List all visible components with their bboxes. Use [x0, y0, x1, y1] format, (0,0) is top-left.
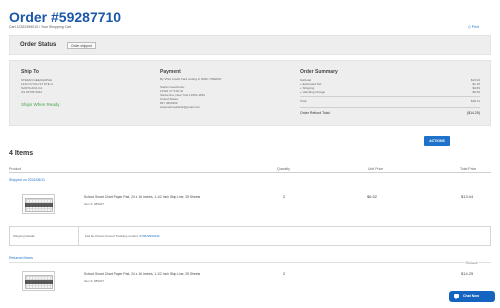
returned-refund: $14.25 [461, 271, 474, 276]
shipped-date-label: Shipped on 2022/06/11 [9, 178, 45, 182]
breadcrumb: Cart 12322399013 / Your Shopping Cart [9, 25, 72, 29]
ships-when-ready: Ships When Ready [21, 102, 60, 107]
column-header-total-price: Total Price [460, 167, 477, 171]
chat-bubble-icon [454, 294, 459, 299]
item-unit-price: $6.52 [367, 194, 378, 199]
product-sku: Item #: 085207 [84, 279, 105, 283]
chat-now-label: Chat Now [463, 294, 480, 298]
items-count: 4 Items [9, 150, 34, 157]
order-summary-table: Subtotal $13.04 + Estimated Tax $1.15 + Sh… [300, 78, 480, 115]
shipping-details-box: Shipping Details Fed Ex Parcel Ground Tr… [9, 226, 491, 246]
column-header-product: Product [9, 167, 22, 171]
summary-row: + Handling Charge $0.00 [300, 90, 480, 94]
returned-quantity: 2 [283, 271, 286, 276]
column-header-quantity: Quantity [277, 167, 291, 171]
ship-to-line: US 92705-5042 [21, 90, 43, 94]
payment-heading: Payment [160, 69, 181, 75]
print-icon: ⎙ [468, 25, 471, 29]
order-summary-heading: Order Summary [300, 69, 338, 75]
shipping-details-label: Shipping Details [13, 234, 35, 238]
print-link[interactable]: ⎙ Print [468, 25, 479, 29]
ship-to-heading: Ship To [21, 69, 39, 75]
actions-button[interactable]: ACTIONS [424, 136, 450, 146]
billing-line: sesecurtmeails31@gmail.com [160, 105, 201, 109]
chat-now-button[interactable]: Chat Now [449, 291, 495, 302]
product-image[interactable] [22, 271, 55, 291]
returned-items-label: Returned Items [9, 256, 33, 260]
ship-to-address: STEFAN GEECHAPAH 1213 CLYCH ST STE H SAN… [21, 78, 53, 94]
summary-total-row: Total $30.11 [300, 96, 480, 103]
returned-divider [9, 262, 491, 263]
column-header-unit-price: Unit Price [368, 167, 384, 171]
product-sku: Item #: 085207 [84, 202, 105, 206]
product-image[interactable] [22, 194, 55, 214]
item-quantity: 2 [283, 194, 286, 199]
summary-refund-row: Order Refund Total ($14.25) [300, 107, 480, 115]
product-name-link[interactable]: School Smart Chart Paper Pad, 24 x 16 In… [84, 195, 200, 199]
item-total-price: $13.04 [461, 194, 474, 199]
billing-address: Stefan Geecheran 12322 17 STH St Santa A… [160, 85, 205, 109]
order-title: Order #59287710 [9, 9, 122, 25]
order-status-bar: Order Status Order shipped [9, 35, 491, 55]
table-header-divider [9, 172, 491, 173]
payment-method: By VISA Credit Card ending in 8030 / PRE… [160, 77, 222, 81]
order-status-label: Order Status [20, 42, 57, 48]
tracking-number-link[interactable]: #73622999232 [140, 234, 160, 238]
order-info-panel: Ship To STEFAN GEECHAPAH 1213 CLYCH ST S… [9, 60, 491, 126]
print-label: Print [471, 25, 479, 29]
order-status-badge: Order shipped [67, 42, 96, 49]
tracking-info: Fed Ex Parcel Ground Tracking number: #7… [85, 234, 160, 238]
product-name-link[interactable]: School Smart Chart Paper Pad, 24 x 16 In… [84, 272, 200, 276]
tracking-text: Fed Ex Parcel Ground Tracking number: [85, 234, 139, 238]
